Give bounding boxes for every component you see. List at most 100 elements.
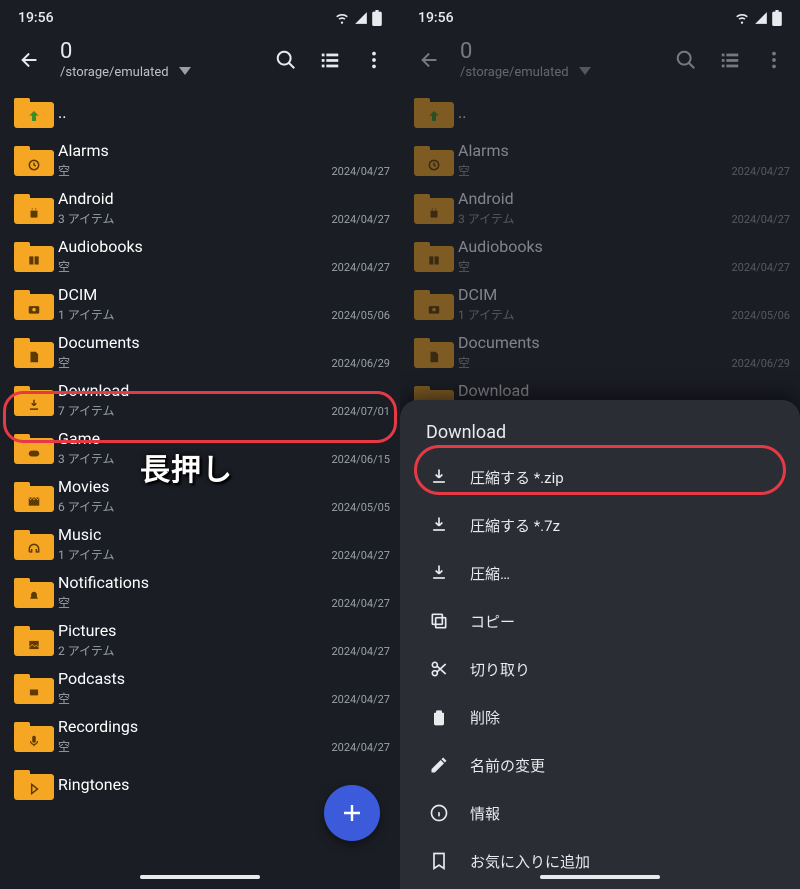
cut-icon: [428, 659, 450, 679]
search-icon: [275, 49, 297, 71]
item-date: 2024/05/05: [331, 501, 390, 514]
list-item[interactable]: Alarms 空 2024/04/27: [0, 136, 400, 184]
menu-item-label: 名前の変更: [470, 755, 545, 776]
item-name: DCIM: [458, 285, 790, 304]
search-icon: [675, 49, 697, 71]
item-date: 2024/04/27: [331, 741, 390, 754]
view-button[interactable]: [310, 40, 350, 80]
menu-item[interactable]: 圧縮する *.zip: [410, 453, 790, 501]
back-button[interactable]: [10, 40, 50, 80]
menu-item[interactable]: 圧縮…: [410, 549, 790, 597]
item-name: Pictures: [58, 621, 390, 640]
folder-icon: [10, 432, 58, 464]
back-button[interactable]: [410, 40, 450, 80]
folder-icon: [10, 144, 58, 176]
more-vert-icon: [763, 49, 785, 71]
list-item[interactable]: Pictures 2 アイテム 2024/04/27: [0, 616, 400, 664]
folder-icon: [10, 528, 58, 560]
search-button[interactable]: [666, 40, 706, 80]
item-date: 2024/04/27: [731, 165, 790, 178]
list-item[interactable]: Download 7 アイテム 2024/07/01: [0, 376, 400, 424]
pencil-icon: [428, 755, 450, 775]
arrow-left-icon: [419, 49, 441, 71]
nav-pill-icon: [540, 875, 660, 879]
nav-bar: [0, 865, 400, 889]
list-item[interactable]: ..: [400, 88, 800, 136]
item-name: Music: [58, 525, 390, 544]
folder-icon: [10, 240, 58, 272]
item-name: Notifications: [58, 573, 390, 592]
folder-icon: [10, 480, 58, 512]
menu-item-label: 圧縮する *.7z: [470, 515, 560, 536]
list-item[interactable]: Music 1 アイテム 2024/04/27: [0, 520, 400, 568]
more-button[interactable]: [354, 40, 394, 80]
battery-icon: [772, 10, 782, 26]
title-block[interactable]: 0 /storage/emulated: [50, 41, 266, 80]
folder-icon: [410, 336, 458, 368]
status-bar: 19:56: [0, 0, 400, 30]
annotation-text: 長押し: [140, 445, 233, 489]
folder-icon: [410, 192, 458, 224]
folder-icon: [10, 720, 58, 752]
item-date: 2024/06/29: [331, 357, 390, 370]
info-icon: [428, 803, 450, 823]
list-item[interactable]: Documents 空 2024/06/29: [0, 328, 400, 376]
item-name: Documents: [458, 333, 790, 352]
item-date: 2024/04/27: [331, 261, 390, 274]
item-date: 2024/04/27: [331, 693, 390, 706]
list-item[interactable]: Audiobooks 空 2024/04/27: [0, 232, 400, 280]
list-item[interactable]: Recordings 空 2024/04/27: [0, 712, 400, 760]
list-item[interactable]: Android 3 アイテム 2024/04/27: [0, 184, 400, 232]
menu-item[interactable]: 名前の変更: [410, 741, 790, 789]
item-date: 2024/06/29: [731, 357, 790, 370]
right-pane: 19:56 0 /storage/emulated: [400, 0, 800, 889]
fab-add-button[interactable]: [324, 785, 380, 841]
download-icon: [428, 467, 450, 487]
app-bar: 0 /storage/emulated: [400, 30, 800, 88]
menu-item[interactable]: 情報: [410, 789, 790, 837]
view-button[interactable]: [710, 40, 750, 80]
list-item[interactable]: Notifications 空 2024/04/27: [0, 568, 400, 616]
wifi-icon: [334, 11, 350, 25]
more-button[interactable]: [754, 40, 794, 80]
menu-item-label: 情報: [470, 803, 500, 824]
menu-item[interactable]: コピー: [410, 597, 790, 645]
item-date: 2024/06/15: [331, 453, 390, 466]
list-item[interactable]: DCIM 1 アイテム 2024/05/06: [0, 280, 400, 328]
menu-item-label: 切り取り: [470, 659, 530, 680]
item-date: 2024/04/27: [731, 261, 790, 274]
file-list: .. Alarms 空 2024/04/27 Android 3 アイテム 20…: [400, 88, 800, 424]
item-name: ..: [458, 103, 790, 122]
menu-item[interactable]: 削除: [410, 693, 790, 741]
item-name: Audiobooks: [458, 237, 790, 256]
item-date: 2024/07/01: [331, 405, 390, 418]
list-item[interactable]: Audiobooks 空 2024/04/27: [400, 232, 800, 280]
menu-item-label: コピー: [470, 611, 515, 632]
search-button[interactable]: [266, 40, 306, 80]
title-block[interactable]: 0 /storage/emulated: [450, 41, 666, 80]
menu-item[interactable]: 圧縮する *.7z: [410, 501, 790, 549]
item-name: Alarms: [458, 141, 790, 160]
list-item[interactable]: Alarms 空 2024/04/27: [400, 136, 800, 184]
item-name: Alarms: [58, 141, 390, 160]
list-item[interactable]: Podcasts 空 2024/04/27: [0, 664, 400, 712]
list-item[interactable]: ..: [0, 88, 400, 136]
item-name: DCIM: [58, 285, 390, 304]
menu-item-label: 圧縮する *.zip: [470, 467, 564, 488]
list-item[interactable]: Documents 空 2024/06/29: [400, 328, 800, 376]
item-name: Documents: [58, 333, 390, 352]
list-item[interactable]: Android 3 アイテム 2024/04/27: [400, 184, 800, 232]
menu-item-label: 圧縮…: [470, 563, 510, 584]
nav-pill-icon: [140, 875, 260, 879]
list-item[interactable]: DCIM 1 アイテム 2024/05/06: [400, 280, 800, 328]
item-date: 2024/04/27: [331, 645, 390, 658]
menu-item[interactable]: 切り取り: [410, 645, 790, 693]
folder-icon: [10, 672, 58, 704]
folder-icon: [10, 96, 58, 128]
item-date: 2024/04/27: [731, 213, 790, 226]
sheet-title: Download: [410, 416, 790, 453]
item-name: Android: [458, 189, 790, 208]
item-date: 2024/05/06: [331, 309, 390, 322]
signal-icon: [354, 11, 368, 25]
status-time: 19:56: [18, 10, 54, 26]
